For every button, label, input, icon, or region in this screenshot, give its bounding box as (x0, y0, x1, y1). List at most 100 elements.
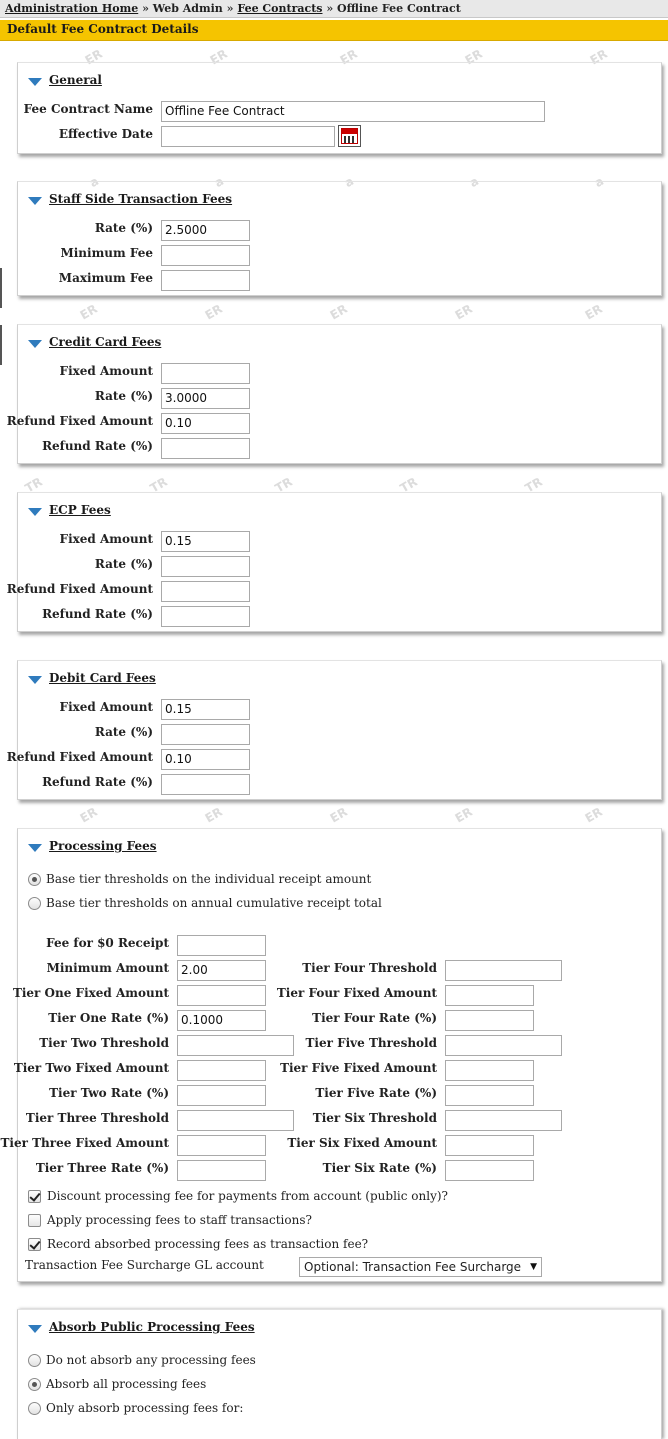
tier-basis-annual-radio[interactable] (28, 896, 41, 910)
apply-staff-fees-checkbox[interactable] (28, 1213, 41, 1227)
collapse-triangle-icon[interactable] (28, 1324, 42, 1333)
discount-processing-fee-label: Discount processing fee for payments fro… (47, 1189, 448, 1203)
absorb-only-option[interactable]: Only absorb processing fees for: (28, 1401, 243, 1415)
tier-three-rate-input[interactable] (177, 1160, 266, 1181)
credit-card-fees-section-title[interactable]: Credit Card Fees (49, 335, 161, 349)
staff-rate-label: Rate (%) (94, 221, 153, 235)
left-edge-marker (0, 268, 2, 308)
fee-zero-receipt-input[interactable] (177, 935, 266, 956)
debit-refund-fixed-input[interactable]: 0.10 (161, 749, 250, 770)
absorb-fees-section-header[interactable]: Absorb Public Processing Fees (28, 1318, 255, 1336)
tier-six-rate-input[interactable] (445, 1160, 534, 1181)
general-section: General Fee Contract Name Offline Fee Co… (17, 62, 662, 154)
effective-date-input[interactable] (161, 126, 335, 147)
staff-fees-section-header[interactable]: Staff Side Transaction Fees (28, 190, 232, 208)
credit-rate-input[interactable]: 3.0000 (161, 388, 250, 409)
collapse-triangle-icon[interactable] (28, 675, 42, 684)
tier-two-rate-input[interactable] (177, 1085, 266, 1106)
record-absorbed-fees-option[interactable]: Record absorbed processing fees as trans… (28, 1237, 368, 1251)
tier-five-threshold-input[interactable] (445, 1035, 562, 1056)
staff-max-fee-input[interactable] (161, 270, 250, 291)
tier-one-rate-input[interactable]: 0.1000 (177, 1010, 266, 1031)
ecp-refund-rate-input[interactable] (161, 606, 250, 627)
calendar-icon[interactable] (338, 125, 361, 147)
minimum-amount-input[interactable]: 2.00 (177, 960, 266, 981)
ecp-rate-label: Rate (%) (94, 557, 153, 571)
tier-three-rate-label: Tier Three Rate (%) (35, 1161, 169, 1175)
tier-six-threshold-input[interactable] (445, 1110, 562, 1131)
breadcrumb-current: Offline Fee Contract (337, 2, 461, 15)
breadcrumb-home-link[interactable]: Administration Home (5, 2, 138, 15)
ecp-fees-section-title[interactable]: ECP Fees (49, 503, 111, 517)
ecp-refund-fixed-input[interactable] (161, 581, 250, 602)
staff-min-fee-label: Minimum Fee (60, 246, 153, 260)
ecp-fixed-amount-input[interactable]: 0.15 (161, 531, 250, 552)
discount-processing-fee-option[interactable]: Discount processing fee for payments fro… (28, 1189, 448, 1203)
credit-refund-fixed-input[interactable]: 0.10 (161, 413, 250, 434)
absorb-none-radio[interactable] (28, 1353, 41, 1367)
tier-six-threshold-label: Tier Six Threshold (312, 1111, 437, 1125)
apply-staff-fees-option[interactable]: Apply processing fees to staff transacti… (28, 1213, 312, 1227)
tier-basis-individual-radio[interactable] (28, 872, 41, 886)
debit-card-fees-section-title[interactable]: Debit Card Fees (49, 671, 156, 685)
tier-basis-individual-option[interactable]: Base tier thresholds on the individual r… (28, 872, 371, 886)
debit-refund-rate-label: Refund Rate (%) (42, 775, 153, 789)
staff-fees-section: Staff Side Transaction Fees Rate (%) 2.5… (17, 181, 662, 296)
staff-min-fee-input[interactable] (161, 245, 250, 266)
ecp-fees-section-header[interactable]: ECP Fees (28, 501, 111, 519)
surcharge-gl-account-select[interactable]: Optional: Transaction Fee Surcharge ▼ (299, 1257, 542, 1277)
tier-three-fixed-label: Tier Three Fixed Amount (0, 1136, 170, 1150)
absorb-fees-section-title[interactable]: Absorb Public Processing Fees (49, 1320, 255, 1334)
collapse-triangle-icon[interactable] (28, 196, 42, 205)
minimum-amount-label: Minimum Amount (46, 961, 169, 975)
tier-two-threshold-input[interactable] (177, 1035, 294, 1056)
absorb-none-option[interactable]: Do not absorb any processing fees (28, 1353, 256, 1367)
tier-four-threshold-input[interactable] (445, 960, 562, 981)
processing-fees-section-title[interactable]: Processing Fees (49, 839, 157, 853)
tier-three-threshold-input[interactable] (177, 1110, 294, 1131)
ecp-rate-input[interactable] (161, 556, 250, 577)
tier-five-rate-label: Tier Five Rate (%) (315, 1086, 437, 1100)
fee-contract-name-input[interactable]: Offline Fee Contract (161, 101, 545, 122)
ecp-fixed-amount-label: Fixed Amount (59, 532, 153, 546)
tier-three-fixed-input[interactable] (177, 1135, 266, 1156)
breadcrumb-fee-contracts-link[interactable]: Fee Contracts (237, 2, 322, 15)
credit-fixed-amount-input[interactable] (161, 363, 250, 384)
discount-processing-fee-checkbox[interactable] (28, 1189, 41, 1203)
collapse-triangle-icon[interactable] (28, 843, 42, 852)
tier-five-fixed-label: Tier Five Fixed Amount (280, 1061, 437, 1075)
credit-card-fees-section-header[interactable]: Credit Card Fees (28, 333, 161, 351)
debit-fixed-amount-input[interactable]: 0.15 (161, 699, 250, 720)
breadcrumb: Administration Home » Web Admin » Fee Co… (0, 0, 668, 18)
collapse-triangle-icon[interactable] (28, 77, 42, 86)
collapse-triangle-icon[interactable] (28, 339, 42, 348)
absorb-all-radio[interactable] (28, 1377, 41, 1391)
staff-rate-input[interactable]: 2.5000 (161, 220, 250, 241)
record-absorbed-fees-checkbox[interactable] (28, 1237, 41, 1251)
tier-six-fixed-input[interactable] (445, 1135, 534, 1156)
absorb-none-label: Do not absorb any processing fees (46, 1353, 256, 1367)
debit-refund-rate-input[interactable] (161, 774, 250, 795)
staff-fees-section-title[interactable]: Staff Side Transaction Fees (49, 192, 232, 206)
absorb-only-label: Only absorb processing fees for: (46, 1401, 244, 1415)
collapse-triangle-icon[interactable] (28, 507, 42, 516)
ecp-refund-rate-label: Refund Rate (%) (42, 607, 153, 621)
general-section-header[interactable]: General (28, 71, 102, 89)
tier-five-fixed-input[interactable] (445, 1060, 534, 1081)
staff-max-fee-label: Maximum Fee (58, 271, 153, 285)
tier-one-fixed-input[interactable] (177, 985, 266, 1006)
debit-fixed-amount-label: Fixed Amount (59, 700, 153, 714)
processing-fees-section-header[interactable]: Processing Fees (28, 837, 157, 855)
absorb-all-option[interactable]: Absorb all processing fees (28, 1377, 206, 1391)
tier-five-rate-input[interactable] (445, 1085, 534, 1106)
tier-two-fixed-input[interactable] (177, 1060, 266, 1081)
general-section-title[interactable]: General (49, 73, 102, 87)
debit-card-fees-section-header[interactable]: Debit Card Fees (28, 669, 156, 687)
credit-refund-rate-input[interactable] (161, 438, 250, 459)
tier-four-rate-input[interactable] (445, 1010, 534, 1031)
debit-rate-input[interactable] (161, 724, 250, 745)
credit-card-fees-section: Credit Card Fees Fixed Amount Rate (%) 3… (7, 324, 662, 464)
absorb-only-radio[interactable] (28, 1401, 41, 1415)
tier-basis-annual-option[interactable]: Base tier thresholds on annual cumulativ… (28, 896, 382, 910)
tier-four-fixed-input[interactable] (445, 985, 534, 1006)
